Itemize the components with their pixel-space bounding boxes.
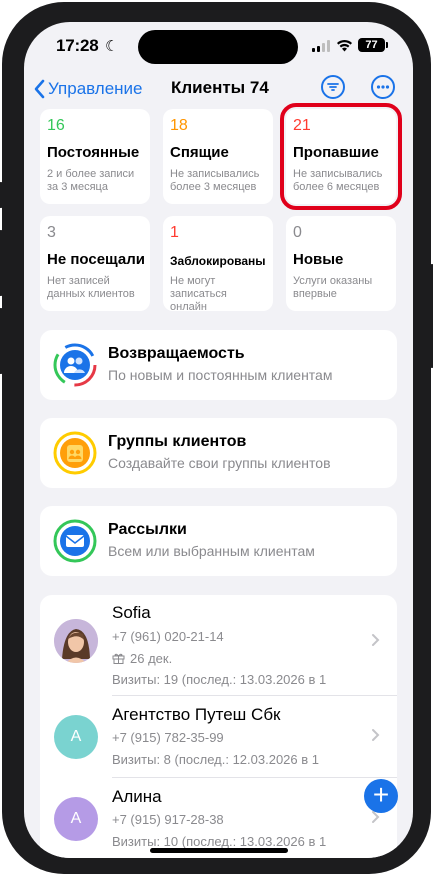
segment-desc: Не могут записаться онлайн bbox=[170, 275, 227, 313]
battery-icon: 77 bbox=[358, 38, 385, 52]
segment-desc: Нет записей данных клиентов bbox=[47, 275, 135, 300]
segment-card-blocked[interactable]: 1 Заблокированы Не могут записаться онла… bbox=[163, 216, 273, 313]
ellipsis-icon bbox=[376, 85, 390, 89]
client-name: Sofia bbox=[112, 603, 151, 622]
feature-title: Возвращаемость bbox=[108, 345, 245, 362]
segment-count: 18 bbox=[170, 117, 188, 134]
chevron-right-icon bbox=[372, 729, 380, 741]
filter-button[interactable] bbox=[321, 75, 345, 99]
navigation-bar: Управление Клиенты 74 bbox=[24, 74, 413, 106]
volume-up-button bbox=[0, 230, 4, 296]
feature-mailings[interactable]: Рассылки Всем или выбранным клиентам bbox=[40, 506, 397, 576]
client-visits: Визиты: 10 (послед.: 13.03.2026 в 1 bbox=[112, 834, 327, 849]
plus-icon: + bbox=[372, 779, 390, 810]
add-client-button[interactable]: + bbox=[364, 779, 398, 813]
segment-title: Заблокированы bbox=[170, 254, 266, 268]
client-row[interactable]: А Агентство Путеш Сбк +7 (915) 782-35-99… bbox=[40, 697, 397, 787]
power-button bbox=[429, 264, 433, 368]
users-return-icon bbox=[53, 343, 97, 387]
chevron-left-icon bbox=[34, 79, 45, 99]
segment-title: Не посещали bbox=[47, 251, 145, 268]
segment-title: Новые bbox=[293, 251, 344, 268]
avatar: А bbox=[54, 715, 98, 759]
filter-icon bbox=[327, 83, 339, 91]
segment-desc: 2 и более записи за 3 месяца bbox=[47, 168, 135, 193]
feature-subtitle: Всем или выбранным клиентам bbox=[108, 543, 315, 559]
segment-count: 16 bbox=[47, 117, 65, 134]
client-birthday-text: 26 дек. bbox=[130, 651, 173, 666]
segment-card-sleeping[interactable]: 18 Спящие Не записывались более 3 месяце… bbox=[163, 109, 273, 204]
segment-desc: Не записывались более 6 месяцев bbox=[293, 168, 383, 193]
segment-card-not-visited[interactable]: 3 Не посещали Нет записей данных клиенто… bbox=[40, 216, 150, 311]
more-button[interactable] bbox=[371, 75, 395, 99]
client-row[interactable]: А Алина +7 (915) 917-28-38 Визиты: 10 (п… bbox=[40, 779, 397, 858]
client-phone: +7 (915) 917-28-38 bbox=[112, 812, 224, 827]
segment-title: Постоянные bbox=[47, 144, 140, 161]
segment-card-lost[interactable]: 21 Пропавшие Не записывались более 6 мес… bbox=[280, 103, 402, 210]
segment-count: 3 bbox=[47, 224, 56, 241]
feature-title: Группы клиентов bbox=[108, 433, 247, 450]
wifi-icon bbox=[337, 40, 352, 52]
gift-icon bbox=[112, 653, 125, 664]
segment-card-new[interactable]: 0 Новые Услуги оказаны впервые bbox=[286, 216, 396, 311]
segment-count: 21 bbox=[293, 117, 311, 134]
row-divider bbox=[112, 777, 397, 778]
feature-retention[interactable]: Возвращаемость По новым и постоянным кли… bbox=[40, 330, 397, 400]
feature-subtitle: По новым и постоянным клиентам bbox=[108, 367, 333, 383]
page-title: Клиенты 74 bbox=[171, 78, 269, 97]
battery-tip bbox=[386, 42, 388, 48]
status-bar: 17:28 ☾ 77 bbox=[24, 36, 413, 56]
avatar: А bbox=[54, 797, 98, 841]
segment-title: Пропавшие bbox=[293, 144, 379, 161]
phone-frame: 17:28 ☾ 77 Управление Клиенты 74 16 Пост… bbox=[0, 2, 433, 874]
back-button[interactable]: Управление bbox=[32, 78, 143, 100]
status-time: 17:28 bbox=[56, 36, 99, 55]
volume-down-button bbox=[0, 308, 4, 374]
client-row[interactable]: Sofia +7 (961) 020-21-14 26 дек. Визиты:… bbox=[40, 595, 397, 687]
client-birthday: 26 дек. bbox=[112, 651, 172, 666]
client-name: Алина bbox=[112, 787, 162, 806]
client-visits: Визиты: 8 (послед.: 12.03.2026 в 1 bbox=[112, 752, 319, 767]
mail-icon bbox=[53, 519, 97, 563]
cellular-signal-icon bbox=[312, 40, 330, 52]
segment-title: Спящие bbox=[170, 144, 229, 161]
screen: 17:28 ☾ 77 Управление Клиенты 74 16 Пост… bbox=[24, 22, 413, 858]
avatar bbox=[54, 619, 98, 663]
segment-desc: Не записывались более 3 месяцев bbox=[170, 168, 260, 193]
segment-card-regular[interactable]: 16 Постоянные 2 и более записи за 3 меся… bbox=[40, 109, 150, 204]
client-phone: +7 (915) 782-35-99 bbox=[112, 730, 224, 745]
client-phone: +7 (961) 020-21-14 bbox=[112, 629, 224, 644]
row-divider bbox=[112, 695, 397, 696]
client-name: Агентство Путеш Сбк bbox=[112, 705, 281, 724]
feature-client-groups[interactable]: Группы клиентов Создавайте свои группы к… bbox=[40, 418, 397, 488]
mute-switch bbox=[0, 182, 4, 208]
client-groups-icon bbox=[53, 431, 97, 475]
segment-count: 1 bbox=[170, 224, 179, 241]
client-list: Sofia +7 (961) 020-21-14 26 дек. Визиты:… bbox=[40, 595, 397, 858]
feature-title: Рассылки bbox=[108, 521, 187, 538]
chevron-right-icon bbox=[372, 634, 380, 646]
feature-subtitle: Создавайте свои группы клиентов bbox=[108, 455, 331, 471]
segment-count: 0 bbox=[293, 224, 302, 241]
client-visits: Визиты: 19 (послед.: 13.03.2026 в 1 bbox=[112, 672, 327, 687]
segment-desc: Услуги оказаны впервые bbox=[293, 275, 373, 300]
back-label: Управление bbox=[48, 79, 143, 98]
moon-icon: ☾ bbox=[105, 38, 119, 55]
home-indicator[interactable] bbox=[150, 848, 288, 853]
